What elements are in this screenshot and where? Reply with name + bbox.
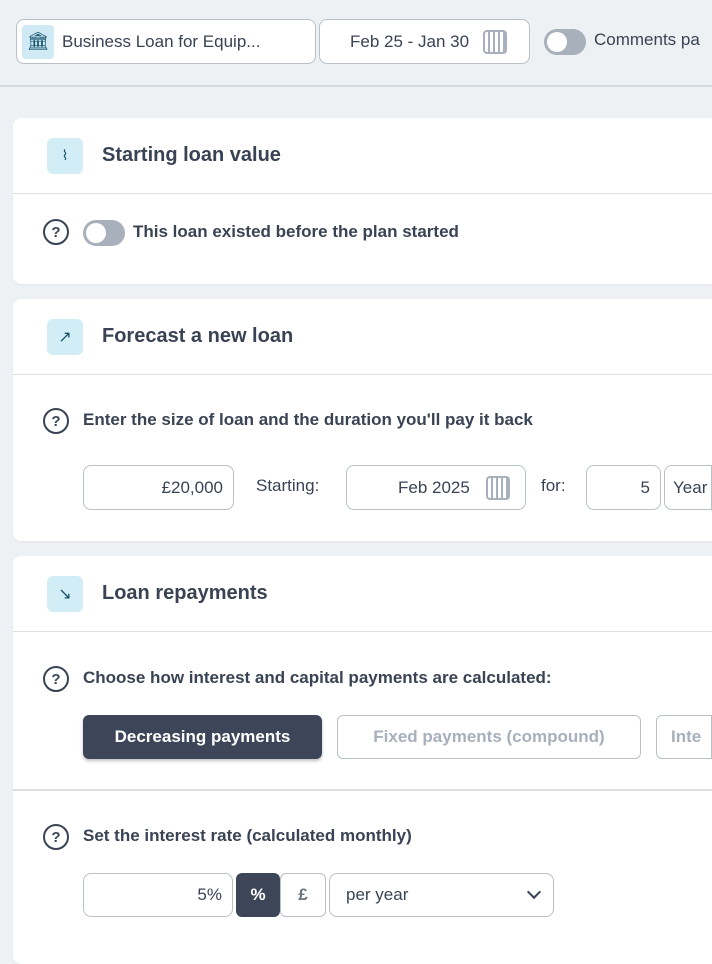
duration-unit-select[interactable]: Year — [664, 465, 712, 510]
period-value: per year — [346, 885, 409, 904]
start-date-input[interactable]: Feb 2025 — [346, 465, 526, 510]
loan-selector[interactable]: 🏛 Business Loan for Equip... — [16, 19, 316, 64]
existed-label: This loan existed before the plan starte… — [133, 222, 459, 241]
help-icon[interactable]: ? — [43, 666, 69, 692]
amount-value: £20,000 — [161, 477, 223, 497]
loan-name: Business Loan for Equip... — [62, 31, 261, 51]
start-date-value: Feb 2025 — [398, 477, 470, 497]
pound-toggle[interactable]: £ — [280, 873, 326, 917]
card-title: Forecast a new loan — [102, 325, 294, 347]
date-range-picker[interactable]: Feb 25 - Jan 30 — [319, 19, 530, 64]
top-toolbar: 🏛 Business Loan for Equip... Feb 25 - Ja… — [0, 0, 712, 87]
button-label: Fixed payments (compound) — [373, 727, 605, 746]
chevron-down-icon — [526, 884, 542, 900]
forecast-prompt: Enter the size of loan and the duration … — [83, 410, 533, 429]
method-prompt: Choose how interest and capital payments… — [83, 668, 552, 687]
starting-loan-card: ⌇ Starting loan value ? This loan existed… — [13, 118, 712, 284]
button-label: % — [250, 885, 266, 904]
rate-input[interactable]: 5% — [83, 873, 233, 917]
comments-toggle[interactable] — [544, 29, 586, 55]
repayments-card: ↘ Loan repayments ? Choose how interest a… — [13, 556, 712, 964]
existed-toggle[interactable] — [83, 220, 125, 246]
rate-prompt: Set the interest rate (calculated monthl… — [83, 826, 412, 845]
starting-label: Starting: — [256, 476, 320, 495]
help-icon[interactable]: ? — [43, 219, 69, 245]
calendar-icon — [485, 475, 510, 500]
period-select[interactable]: per year — [329, 873, 554, 917]
bank-icon: 🏛 — [22, 24, 54, 59]
interest-only-button[interactable]: Inte — [656, 715, 712, 759]
forecast-card: ↗ Forecast a new loan ? Enter the size of… — [13, 299, 712, 541]
duration-value: 5 — [640, 477, 650, 497]
calendar-icon — [483, 29, 508, 54]
for-label: for: — [541, 476, 566, 495]
trend-down-icon: ↘ — [47, 575, 83, 612]
date-range: Feb 25 - Jan 30 — [350, 31, 470, 51]
trend-up-icon: ↗ — [47, 318, 83, 355]
button-label: £ — [298, 885, 308, 904]
duration-unit-value: Year — [673, 477, 708, 497]
comments-label: Comments pa — [594, 30, 700, 49]
button-label: Inte — [671, 727, 702, 746]
help-icon[interactable]: ? — [43, 824, 69, 850]
duration-input[interactable]: 5 — [586, 465, 661, 510]
card-title: Starting loan value — [102, 144, 281, 166]
help-icon[interactable]: ? — [43, 408, 69, 434]
decreasing-payments-button[interactable]: Decreasing payments — [83, 715, 322, 759]
percent-toggle[interactable]: % — [236, 873, 280, 917]
amount-input[interactable]: £20,000 — [83, 465, 234, 510]
rate-value: 5% — [197, 885, 222, 904]
route-icon: ⌇ — [47, 137, 83, 174]
button-label: Decreasing payments — [114, 727, 291, 746]
card-title: Loan repayments — [102, 582, 268, 604]
divider — [13, 789, 712, 791]
fixed-payments-button[interactable]: Fixed payments (compound) — [337, 715, 641, 759]
